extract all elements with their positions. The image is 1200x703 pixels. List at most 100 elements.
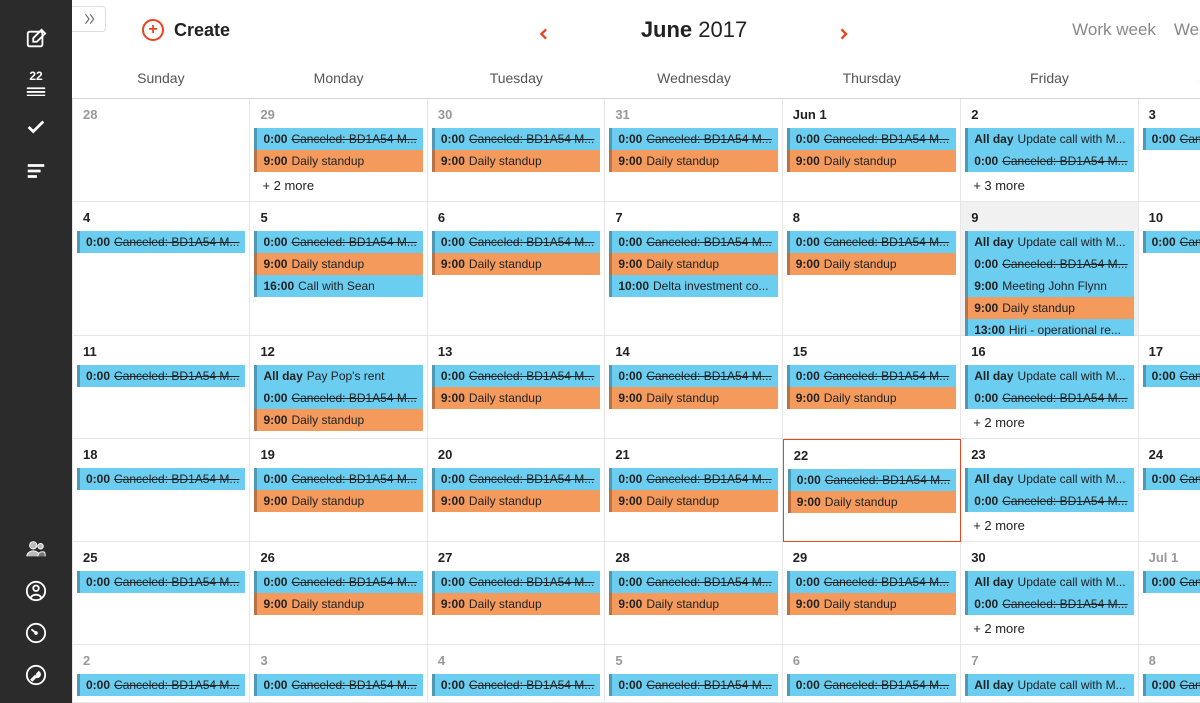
day-cell[interactable]: 23All dayUpdate call with M...0:00Cancel… [961, 439, 1138, 542]
day-cell[interactable]: 140:00Canceled: BD1A54 M...9:00Daily sta… [605, 336, 782, 439]
compose-nav[interactable] [0, 18, 72, 62]
calendar-event[interactable]: All dayUpdate call with M... [965, 365, 1133, 387]
calendar-event[interactable]: 0:00Canceled: BD1A54 M... [787, 231, 956, 253]
calendar-event[interactable]: All dayUpdate call with M... [965, 128, 1133, 150]
calendar-event[interactable]: 9:00Daily standup [787, 253, 956, 275]
calendar-event[interactable]: 0:00Canceled: BD1A54 M... [432, 128, 600, 150]
day-cell[interactable]: 60:00Canceled: BD1A54 M...9:00Daily stan… [428, 202, 605, 336]
calendar-event[interactable]: 0:00Canceled: BD1A54 M... [787, 365, 956, 387]
calendar-nav[interactable]: 22 [0, 62, 72, 106]
calendar-event[interactable]: 0:00Canceled: BD1A54 M... [1143, 365, 1200, 387]
calendar-event[interactable]: 0:00Canceled: BD1A54 M... [432, 468, 600, 490]
day-cell[interactable]: 7All dayUpdate call with M... [961, 645, 1138, 703]
day-cell[interactable]: 16All dayUpdate call with M...0:00Cancel… [961, 336, 1138, 439]
create-button[interactable]: + Create [142, 19, 230, 41]
more-events-link[interactable]: + 2 more [965, 409, 1133, 432]
list-nav[interactable] [0, 150, 72, 194]
day-cell[interactable]: 290:00Canceled: BD1A54 M...9:00Daily sta… [250, 99, 427, 202]
dashboard-nav[interactable] [0, 617, 72, 651]
calendar-event[interactable]: 0:00Canceled: BD1A54 M... [787, 674, 956, 696]
calendar-event[interactable]: 0:00Canceled: BD1A54 M... [432, 674, 600, 696]
calendar-event[interactable]: 0:00Canceled: BD1A54 M... [77, 365, 245, 387]
prev-month-button[interactable] [537, 23, 551, 37]
calendar-event[interactable]: 9:00Daily standup [432, 150, 600, 172]
calendar-event[interactable]: 0:00Canceled: BD1A54 M... [787, 128, 956, 150]
day-cell[interactable]: 110:00Canceled: BD1A54 M... [72, 336, 250, 439]
calendar-event[interactable]: 9:00Daily standup [609, 387, 777, 409]
profile-nav[interactable] [0, 575, 72, 609]
day-cell[interactable]: 50:00Canceled: BD1A54 M...9:00Daily stan… [250, 202, 427, 336]
day-cell[interactable]: Jul 10:00Canceled: BD1A54 M... [1139, 542, 1200, 645]
calendar-event[interactable]: All dayUpdate call with M... [965, 231, 1133, 253]
calendar-event[interactable]: All dayPay Pop's rent [254, 365, 422, 387]
view-workweek[interactable]: Work week [1072, 20, 1156, 40]
calendar-event[interactable]: 9:00Daily standup [965, 297, 1133, 319]
calendar-event[interactable]: 9:00Daily standup [432, 387, 600, 409]
calendar-event[interactable]: 0:00Canceled: BD1A54 M... [1143, 231, 1200, 253]
calendar-event[interactable]: 0:00Canceled: BD1A54 M... [254, 231, 422, 253]
calendar-event[interactable]: 9:00Daily standup [254, 409, 422, 431]
calendar-event[interactable]: 0:00Canceled: BD1A54 M... [254, 674, 422, 696]
day-cell[interactable]: 80:00Canceled: BD1A54 M... [1139, 645, 1200, 703]
day-cell[interactable]: 12All dayPay Pop's rent0:00Canceled: BD1… [250, 336, 427, 439]
day-cell[interactable]: 210:00Canceled: BD1A54 M...9:00Daily sta… [605, 439, 782, 542]
calendar-event[interactable]: 0:00Canceled: BD1A54 M... [77, 571, 245, 593]
day-cell[interactable]: 290:00Canceled: BD1A54 M...9:00Daily sta… [783, 542, 961, 645]
calendar-event[interactable]: 0:00Canceled: BD1A54 M... [965, 387, 1133, 409]
next-month-button[interactable] [837, 23, 851, 37]
day-cell[interactable]: 270:00Canceled: BD1A54 M...9:00Daily sta… [428, 542, 605, 645]
day-cell[interactable]: 28 [72, 99, 250, 202]
tasks-nav[interactable] [0, 106, 72, 150]
day-cell[interactable]: 80:00Canceled: BD1A54 M...9:00Daily stan… [783, 202, 961, 336]
calendar-event[interactable]: 9:00Daily standup [609, 150, 777, 172]
calendar-event[interactable]: 0:00Canceled: BD1A54 M... [1143, 128, 1200, 150]
calendar-event[interactable]: 0:00Canceled: BD1A54 M... [77, 231, 245, 253]
day-cell[interactable]: 240:00Canceled: BD1A54 M... [1139, 439, 1200, 542]
more-events-link[interactable]: + 3 more [965, 172, 1133, 195]
calendar-event[interactable]: 0:00Canceled: BD1A54 M... [965, 150, 1133, 172]
calendar-event[interactable]: 9:00Daily standup [254, 490, 422, 512]
calendar-event[interactable]: 0:00Canceled: BD1A54 M... [77, 468, 245, 490]
calendar-event[interactable]: 9:00Daily standup [432, 593, 600, 615]
calendar-event[interactable]: 0:00Canceled: BD1A54 M... [609, 231, 777, 253]
day-cell[interactable]: 260:00Canceled: BD1A54 M...9:00Daily sta… [250, 542, 427, 645]
calendar-event[interactable]: 0:00Canceled: BD1A54 M... [254, 387, 422, 409]
calendar-event[interactable]: 9:00Daily standup [787, 387, 956, 409]
day-cell[interactable]: 190:00Canceled: BD1A54 M...9:00Daily sta… [250, 439, 427, 542]
calendar-event[interactable]: 9:00Daily standup [787, 150, 956, 172]
calendar-event[interactable]: 0:00Canceled: BD1A54 M... [254, 468, 422, 490]
day-cell[interactable]: 20:00Canceled: BD1A54 M... [72, 645, 250, 703]
day-cell[interactable]: 280:00Canceled: BD1A54 M...9:00Daily sta… [605, 542, 782, 645]
calendar-event[interactable]: 9:00Daily standup [609, 593, 777, 615]
calendar-event[interactable]: 9:00Daily standup [609, 253, 777, 275]
calendar-event[interactable]: 9:00Daily standup [254, 593, 422, 615]
day-cell[interactable]: 30:00Canceled: BD1A54 M... [1139, 99, 1200, 202]
calendar-event[interactable]: 0:00Canceled: BD1A54 M... [432, 571, 600, 593]
calendar-event[interactable]: 9:00Daily standup [254, 253, 422, 275]
day-cell[interactable]: 50:00Canceled: BD1A54 M... [605, 645, 782, 703]
day-cell[interactable]: 180:00Canceled: BD1A54 M... [72, 439, 250, 542]
calendar-event[interactable]: 9:00Daily standup [609, 490, 777, 512]
calendar-event[interactable]: All dayUpdate call with M... [965, 468, 1133, 490]
calendar-event[interactable]: 0:00Canceled: BD1A54 M... [609, 468, 777, 490]
day-cell[interactable]: 30All dayUpdate call with M...0:00Cancel… [961, 542, 1138, 645]
calendar-event[interactable]: 0:00Canceled: BD1A54 M... [965, 593, 1133, 615]
calendar-event[interactable]: 9:00Daily standup [432, 253, 600, 275]
day-cell[interactable]: Jun 10:00Canceled: BD1A54 M...9:00Daily … [783, 99, 961, 202]
settings-nav[interactable] [0, 659, 72, 693]
calendar-event[interactable]: 0:00Canceled: BD1A54 M... [609, 365, 777, 387]
calendar-event[interactable]: 0:00Canceled: BD1A54 M... [609, 674, 777, 696]
day-cell[interactable]: 250:00Canceled: BD1A54 M... [72, 542, 250, 645]
day-cell[interactable]: 40:00Canceled: BD1A54 M... [428, 645, 605, 703]
calendar-event[interactable]: 0:00Canceled: BD1A54 M... [1143, 674, 1200, 696]
more-events-link[interactable]: + 2 more [254, 172, 422, 195]
calendar-event[interactable]: 9:00Daily standup [788, 491, 956, 513]
more-events-link[interactable]: + 2 more [965, 512, 1133, 535]
day-cell[interactable]: 2All dayUpdate call with M...0:00Cancele… [961, 99, 1138, 202]
calendar-event[interactable]: 9:00Daily standup [787, 593, 956, 615]
day-cell[interactable]: 100:00Canceled: BD1A54 M... [1139, 202, 1200, 336]
calendar-event[interactable]: 0:00Canceled: BD1A54 M... [609, 128, 777, 150]
calendar-event[interactable]: 0:00Canceled: BD1A54 M... [1143, 571, 1200, 593]
more-events-link[interactable]: + 2 more [965, 615, 1133, 638]
day-cell[interactable]: 70:00Canceled: BD1A54 M...9:00Daily stan… [605, 202, 782, 336]
